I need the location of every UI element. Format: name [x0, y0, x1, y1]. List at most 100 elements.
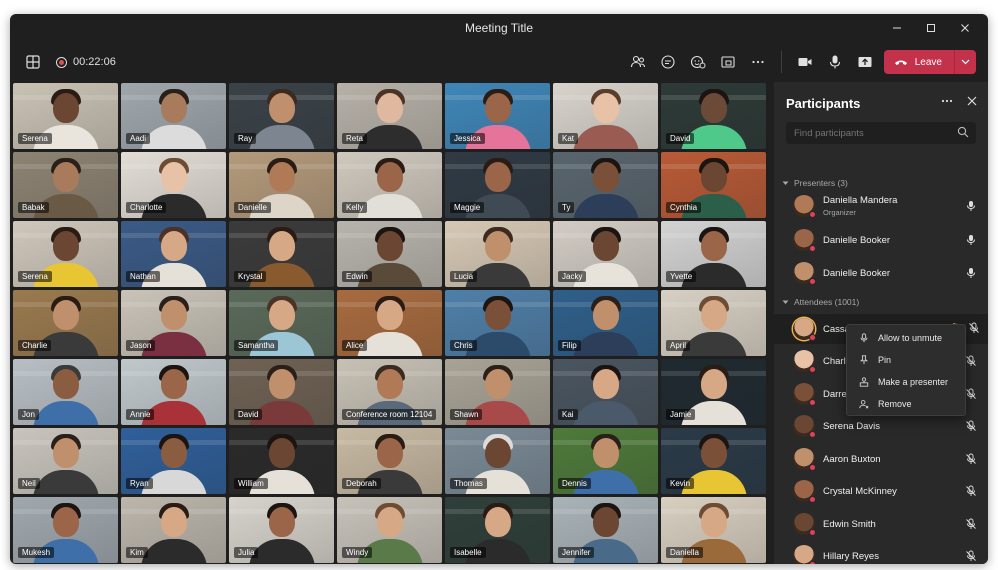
video-tile[interactable]: Conference room 12104	[337, 359, 442, 425]
presence-busy-icon	[809, 399, 816, 406]
leave-button[interactable]: Leave	[884, 50, 954, 74]
microphone-icon[interactable]	[964, 199, 978, 213]
video-tile[interactable]: Jon	[13, 359, 118, 425]
video-tile[interactable]: Neil	[13, 428, 118, 494]
close-icon[interactable]	[948, 14, 982, 42]
video-tile[interactable]: William	[229, 428, 334, 494]
video-tile[interactable]: Cynthia	[661, 152, 766, 218]
tile-name-label: Charlie	[18, 340, 52, 351]
video-tile[interactable]: Krystal	[229, 221, 334, 287]
participant-row[interactable]: Danielle Booker	[774, 258, 988, 288]
video-tile[interactable]: Dennis	[553, 428, 658, 494]
video-tile[interactable]: Kai	[553, 359, 658, 425]
chat-icon[interactable]	[657, 51, 679, 73]
video-tile[interactable]: Babak	[13, 152, 118, 218]
microphone-off-icon[interactable]	[964, 549, 978, 563]
video-tile[interactable]: Kevin	[661, 428, 766, 494]
video-tile[interactable]: April	[661, 290, 766, 356]
microphone-off-icon[interactable]	[964, 452, 978, 466]
video-tile[interactable]: Shawn	[445, 359, 550, 425]
video-tile[interactable]: Samantha	[229, 290, 334, 356]
participant-row[interactable]: Crystal McKinney	[774, 476, 988, 506]
microphone-icon[interactable]	[964, 266, 978, 280]
microphone-off-icon[interactable]	[964, 387, 978, 401]
video-tile[interactable]: Charlie	[13, 290, 118, 356]
video-tile[interactable]: Alice	[337, 290, 442, 356]
more-options-icon[interactable]	[747, 51, 769, 73]
video-tile[interactable]: Charlotte	[121, 152, 226, 218]
menu-item-allow-to-unmute[interactable]: Allow to unmute	[847, 327, 965, 349]
video-tile[interactable]: David	[661, 83, 766, 149]
video-tile[interactable]: Jamie	[661, 359, 766, 425]
search-input[interactable]	[794, 127, 954, 139]
minimize-icon[interactable]	[880, 14, 914, 42]
maximize-icon[interactable]	[914, 14, 948, 42]
search-icon[interactable]	[957, 126, 969, 138]
video-tile[interactable]: Ty	[553, 152, 658, 218]
video-tile[interactable]: Danielle	[229, 152, 334, 218]
presenters-section-header[interactable]: Presenters (3)	[782, 178, 848, 188]
video-tile[interactable]: Thomas	[445, 428, 550, 494]
video-tile[interactable]: Serena	[13, 221, 118, 287]
video-tile[interactable]: Nathan	[121, 221, 226, 287]
video-tile[interactable]: Jacky	[553, 221, 658, 287]
layout-grid-icon[interactable]	[22, 51, 44, 73]
video-tile[interactable]: Yvette	[661, 221, 766, 287]
video-tile[interactable]: Maggie	[445, 152, 550, 218]
video-tile[interactable]: Serena	[13, 83, 118, 149]
pin-icon	[859, 355, 869, 365]
panel-more-icon[interactable]	[940, 94, 954, 108]
video-tile[interactable]: Reta	[337, 83, 442, 149]
panel-close-icon[interactable]	[966, 95, 978, 107]
tile-name-label: Julia	[234, 547, 259, 558]
video-tile[interactable]: Chris	[445, 290, 550, 356]
microphone-icon[interactable]	[964, 233, 978, 247]
participant-row[interactable]: Daniella Mandera Organizer	[774, 191, 988, 221]
microphone-off-icon[interactable]	[964, 419, 978, 433]
menu-item-make-a-presenter[interactable]: Make a presenter	[847, 371, 965, 393]
microphone-icon[interactable]	[824, 51, 846, 73]
video-tile[interactable]: Daniella	[661, 497, 766, 563]
microphone-off-icon[interactable]	[964, 517, 978, 531]
video-tile[interactable]: Kim	[121, 497, 226, 563]
tile-name-label: Neil	[18, 478, 40, 489]
video-tile[interactable]: Jennifer	[553, 497, 658, 563]
participant-row[interactable]: Hillary Reyes	[774, 541, 988, 564]
video-tile[interactable]: Jessica	[445, 83, 550, 149]
rooms-icon[interactable]	[717, 51, 739, 73]
video-tile[interactable]: Aadi	[121, 83, 226, 149]
video-tile[interactable]: Julia	[229, 497, 334, 563]
menu-item-remove[interactable]: Remove	[847, 393, 965, 415]
camera-icon[interactable]	[794, 51, 816, 73]
microphone-off-icon[interactable]	[964, 354, 978, 368]
microphone-off-icon[interactable]	[968, 322, 980, 334]
participant-head	[484, 438, 511, 468]
participant-head	[592, 162, 619, 192]
reactions-icon[interactable]	[687, 51, 709, 73]
video-tile[interactable]: Mukesh	[13, 497, 118, 563]
video-tile[interactable]: Ray	[229, 83, 334, 149]
participant-row[interactable]: Edwin Smith	[774, 509, 988, 539]
tile-name-label: Yvette	[666, 271, 697, 282]
video-tile[interactable]: Isabelle	[445, 497, 550, 563]
tile-name-label: Jennifer	[558, 547, 595, 558]
participant-row[interactable]: Danielle Booker	[774, 225, 988, 255]
video-tile[interactable]: David	[229, 359, 334, 425]
participant-row[interactable]: Aaron Buxton	[774, 444, 988, 474]
share-screen-icon[interactable]	[854, 51, 876, 73]
microphone-off-icon[interactable]	[964, 484, 978, 498]
video-tile[interactable]: Jason	[121, 290, 226, 356]
leave-options-chevron-icon[interactable]	[954, 50, 976, 74]
video-tile[interactable]: Edwin	[337, 221, 442, 287]
video-tile[interactable]: Windy	[337, 497, 442, 563]
video-tile[interactable]: Deborah	[337, 428, 442, 494]
people-icon[interactable]	[627, 51, 649, 73]
video-tile[interactable]: Annie	[121, 359, 226, 425]
video-tile[interactable]: Ryan	[121, 428, 226, 494]
attendees-section-header[interactable]: Attendees (1001)	[782, 297, 859, 307]
menu-item-pin[interactable]: Pin	[847, 349, 965, 371]
video-tile[interactable]: Kat	[553, 83, 658, 149]
video-tile[interactable]: Lucia	[445, 221, 550, 287]
video-tile[interactable]: Kelly	[337, 152, 442, 218]
video-tile[interactable]: Filip	[553, 290, 658, 356]
